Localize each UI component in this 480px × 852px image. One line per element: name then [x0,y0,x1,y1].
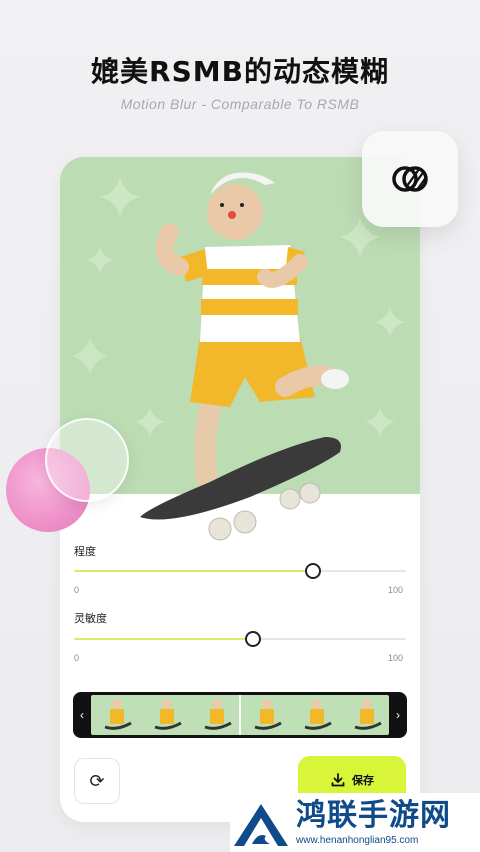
filmstrip-frames[interactable] [91,695,389,735]
site-watermark: 鸿联手游网 www.henanhonglian95.com [230,793,480,852]
slider-degree-fill [74,570,314,572]
watermark-url: www.henanhonglian95.com [296,835,419,846]
filmstrip-frame [304,699,332,730]
filmstrip-frame [104,699,132,730]
slider-degree[interactable] [74,563,406,579]
refresh-icon: ⟳ [89,770,105,791]
filmstrip[interactable]: ‹ › [73,692,407,738]
page-title: 媲美RSMB的动态模糊 [91,55,389,88]
save-button-label: 保存 [352,775,374,787]
watermark-title: 鸿联手游网 [296,798,451,833]
filmstrip-playhead[interactable] [239,695,241,735]
slider-sensitivity-thumb[interactable] [245,631,262,647]
filmstrip-frame [154,699,182,730]
slider-degree-min: 0 [74,585,80,595]
slider-sensitivity-fill [74,638,254,640]
glass-sphere-decoration [45,418,129,502]
slider-sensitivity[interactable] [74,631,406,647]
slider-degree-label: 程度 [74,546,96,558]
overlap-circles-icon [392,166,428,192]
reset-button[interactable]: ⟳ [74,758,120,804]
slider-degree-thumb[interactable] [305,563,322,579]
skateboard-illustration [140,437,341,541]
filmstrip-frame [204,699,232,730]
slider-degree-max: 100 [388,585,404,595]
site-logo-icon [234,803,288,846]
blend-mode-button[interactable] [362,131,458,227]
download-icon [331,773,345,787]
slider-sensitivity-min: 0 [74,653,80,663]
page-subtitle: Motion Blur - Comparable To RSMB [120,96,360,112]
filmstrip-prev-button[interactable]: ‹ [73,692,91,738]
slider-sensitivity-label: 灵敏度 [74,613,107,625]
filmstrip-frame [254,699,282,730]
filmstrip-next-button[interactable]: › [389,692,407,738]
filmstrip-frame [354,699,382,730]
slider-sensitivity-max: 100 [388,653,404,663]
